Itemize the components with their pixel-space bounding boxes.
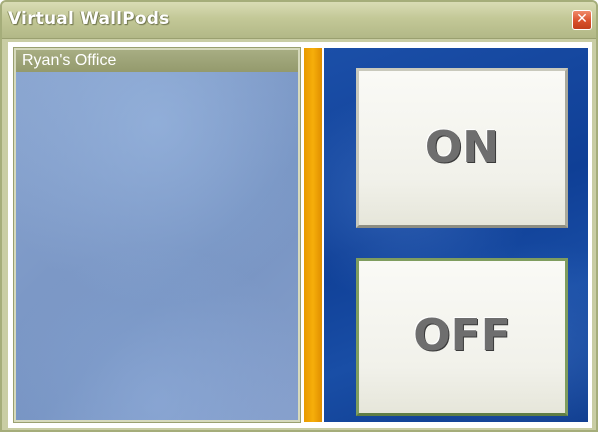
close-icon: ✕ [576, 11, 588, 27]
on-button[interactable]: ON [356, 68, 568, 228]
room-label: Ryan's Office [22, 52, 117, 69]
room-list-item-selected[interactable]: Ryan's Office [16, 50, 298, 72]
title-bar[interactable]: Virtual WallPods ✕ [2, 2, 596, 39]
close-button[interactable]: ✕ [572, 10, 592, 30]
window-content: Ryan's Office ON OFF [8, 42, 592, 428]
off-button[interactable]: OFF [356, 258, 568, 416]
app-window: Virtual WallPods ✕ Ryan's Office ON OFF [0, 0, 598, 432]
panel-separator [304, 48, 322, 422]
room-list[interactable]: Ryan's Office [13, 47, 301, 423]
control-panel: ON OFF [324, 48, 588, 422]
window-title: Virtual WallPods [8, 9, 170, 29]
